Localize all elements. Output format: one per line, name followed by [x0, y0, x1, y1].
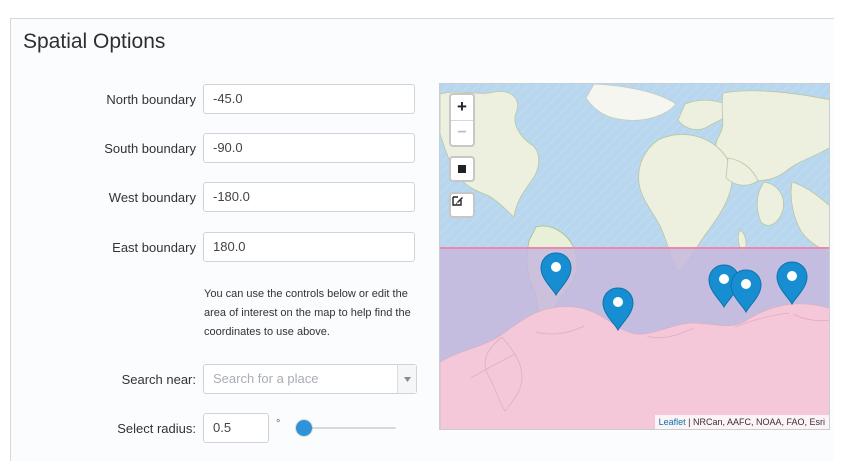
east-boundary-label: East boundary — [112, 240, 196, 255]
west-boundary-label: West boundary — [108, 190, 196, 205]
edit-icon — [452, 196, 463, 206]
spatial-options-panel: Spatial Options North boundary -45.0 Sou… — [10, 18, 834, 461]
south-boundary-label: South boundary — [104, 141, 196, 156]
attribution-text: | NRCan, AAFC, NOAA, FAO, Esri — [685, 417, 825, 427]
radius-input[interactable]: 0.5 — [203, 413, 269, 443]
map-canvas[interactable] — [440, 84, 830, 430]
degree-unit: ° — [276, 418, 281, 430]
search-near-label: Search near: — [121, 372, 196, 387]
spatial-options-page: Spatial Options North boundary -45.0 Sou… — [0, 0, 842, 461]
radius-row: Select radius: 0.5 ° — [11, 413, 431, 447]
zoom-in-button[interactable]: + — [451, 95, 473, 120]
chevron-down-icon[interactable] — [397, 365, 416, 393]
map-help-text: You can use the controls below or edit t… — [204, 288, 411, 338]
west-boundary-row: West boundary -180.0 — [11, 182, 431, 216]
select-radius-label: Select radius: — [117, 421, 196, 436]
south-boundary-input[interactable]: -90.0 — [203, 133, 415, 163]
panel-title: Spatial Options — [23, 30, 166, 53]
search-place-select[interactable]: Search for a place — [203, 364, 417, 394]
leaflet-link[interactable]: Leaflet — [659, 417, 686, 427]
north-boundary-row: North boundary -45.0 — [11, 84, 431, 118]
map-attribution: Leaflet | NRCan, AAFC, NOAA, FAO, Esri — [654, 415, 829, 429]
search-near-row: Search near: Search for a place — [11, 364, 431, 398]
north-boundary-input[interactable]: -45.0 — [203, 84, 415, 114]
east-boundary-input[interactable]: 180.0 — [203, 232, 415, 262]
square-icon — [458, 165, 466, 173]
spatial-map[interactable]: + − Leaflet | NRCan, AAFC, NOAA, FAO, Es… — [439, 83, 830, 430]
west-boundary-input[interactable]: -180.0 — [203, 182, 415, 212]
south-boundary-row: South boundary -90.0 — [11, 133, 431, 167]
search-place-placeholder: Search for a place — [213, 371, 319, 386]
edit-shape-button[interactable] — [449, 192, 475, 218]
draw-rectangle-button[interactable] — [449, 156, 475, 182]
zoom-out-button[interactable]: − — [451, 120, 473, 145]
north-boundary-label: North boundary — [106, 92, 196, 107]
radius-slider-handle[interactable] — [296, 420, 312, 436]
zoom-control: + − — [449, 93, 475, 147]
east-boundary-row: East boundary 180.0 — [11, 232, 431, 266]
